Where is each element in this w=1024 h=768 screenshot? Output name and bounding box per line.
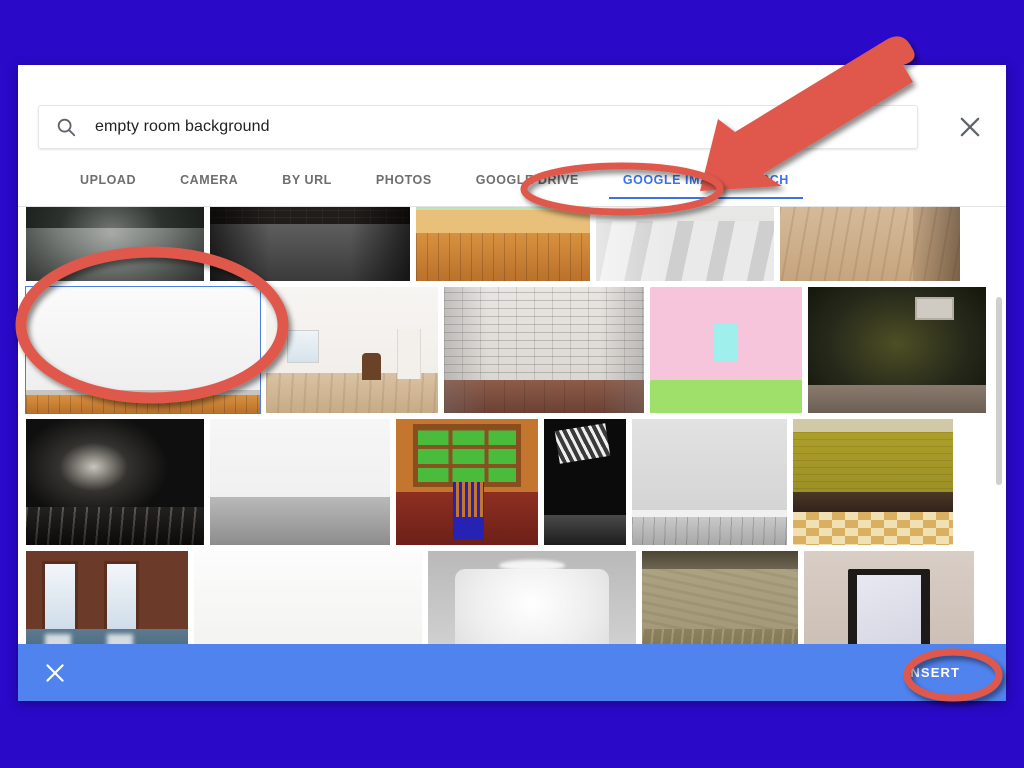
result-thumbnail-gray-wall-gray-plank-floor[interactable] xyxy=(632,419,787,545)
image-results-row xyxy=(26,551,982,644)
close-icon[interactable] xyxy=(42,660,68,686)
result-thumbnail-white-hallway-with-mats[interactable] xyxy=(596,207,774,281)
grid-scrollbar-thumb[interactable] xyxy=(996,297,1002,485)
result-thumbnail-white-wall-wood-floor-studio[interactable] xyxy=(25,286,261,414)
dialog-action-bar: INSERT xyxy=(18,644,1006,701)
image-results-grid[interactable] xyxy=(18,207,1006,644)
result-thumbnail-white-curved-studio-cyclorama[interactable] xyxy=(428,551,636,644)
tab-upload[interactable]: UPLOAD xyxy=(58,169,158,199)
tab-photos[interactable]: PHOTOS xyxy=(354,169,454,199)
result-thumbnail-light-wood-floor-corridor[interactable] xyxy=(780,207,960,281)
result-thumbnail-grunge-dark-room-wood-floor[interactable] xyxy=(26,419,204,545)
result-thumbnail-white-wall-gray-concrete-floor[interactable] xyxy=(210,419,390,545)
result-thumbnail-pink-room-green-floor-cartoon[interactable] xyxy=(650,287,802,413)
result-thumbnail-dark-brick-room[interactable] xyxy=(210,207,410,281)
result-thumbnail-blue-floor-room-two-windows[interactable] xyxy=(26,551,188,644)
result-thumbnail-framed-mirror-leaning-wall[interactable] xyxy=(804,551,974,644)
insert-button[interactable]: INSERT xyxy=(896,659,970,686)
tab-google-drive[interactable]: GOOGLE DRIVE xyxy=(454,169,601,199)
tab-google-image-search[interactable]: GOOGLE IMAGE SEARCH xyxy=(601,169,811,199)
tab-camera[interactable]: CAMERA xyxy=(158,169,260,199)
tab-by-url[interactable]: BY URL xyxy=(260,169,354,199)
search-input[interactable]: empty room background xyxy=(38,105,918,149)
result-thumbnail-beige-grunge-concrete-room[interactable] xyxy=(642,551,798,644)
result-thumbnail-orange-room-blue-chair-window[interactable] xyxy=(396,419,538,545)
image-results-row xyxy=(26,419,982,545)
result-thumbnail-yellow-wall-checkered-floor[interactable] xyxy=(793,419,953,545)
image-results-row xyxy=(26,207,982,281)
search-icon xyxy=(55,116,77,138)
result-thumbnail-white-wall-orange-wood-floor[interactable] xyxy=(194,551,422,644)
image-results-row xyxy=(25,286,986,414)
result-thumbnail-white-brick-room-tile-floor[interactable] xyxy=(444,287,644,413)
source-tabs: UPLOAD CAMERA BY URL PHOTOS GOOGLE DRIVE… xyxy=(18,169,1006,207)
image-picker-dialog: empty room background UPLOAD CAMERA BY U… xyxy=(18,65,1006,701)
search-row: empty room background xyxy=(18,65,1006,169)
result-thumbnail-dark-concrete-basement-room[interactable] xyxy=(26,207,204,281)
result-thumbnail-dark-green-room-window[interactable] xyxy=(808,287,986,413)
result-thumbnail-black-white-industrial-interior[interactable] xyxy=(544,419,626,545)
result-thumbnail-green-wall-wood-floor-room[interactable] xyxy=(416,207,590,281)
close-icon[interactable] xyxy=(956,113,984,141)
result-thumbnail-empty-white-living-room-fireplace[interactable] xyxy=(266,287,438,413)
search-input-value: empty room background xyxy=(95,118,270,135)
